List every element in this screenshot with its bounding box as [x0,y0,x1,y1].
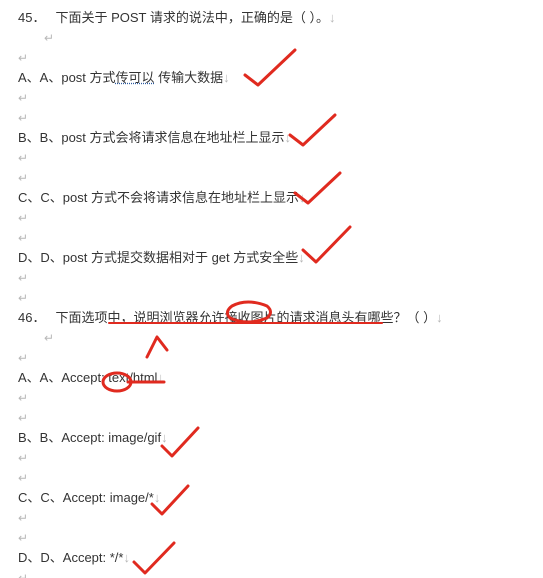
paragraph-mark: ↵ [18,388,525,408]
q45-option-c: C、C、post 方式不会将请求信息在地址栏上显示↓ [18,188,525,208]
q45-number: 45． [18,10,45,25]
paragraph-mark: ↵ [18,108,525,128]
paragraph-mark: ↵ [18,508,525,528]
q46-option-d: D、D、Accept: */*↓ [18,548,525,568]
paragraph-mark: ↵ [18,168,525,188]
q46-c-text: C、C、Accept: image/* [18,490,154,505]
paragraph-mark: ↵ [18,408,525,428]
soft-return-icon: ↓ [299,190,306,205]
paragraph-mark: ↵ [18,208,525,228]
q46-option-b: B、B、Accept: image/gif↓ [18,428,525,448]
soft-return-icon: ↓ [329,10,336,25]
paragraph-mark: ↵ [18,88,525,108]
paragraph-mark: ↵ [18,448,525,468]
paragraph-mark: ↵ [18,348,525,368]
soft-return-icon: ↓ [285,130,292,145]
paragraph-mark: ↵ [18,48,525,68]
paragraph-mark: ↵ [18,528,525,548]
q45-a-tail: 传输大数据 [155,70,224,85]
soft-return-icon: ↓ [161,430,168,445]
q45-stem-line: 45． 下面关于 POST 请求的说法中，正确的是（ ）。↓ [18,8,525,28]
q46-stem-line: 46． 下面选项中，说明浏览器允许接收图片的请求消息头有哪些？（ ）↓ [18,308,525,328]
soft-return-icon: ↓ [154,490,161,505]
paragraph-mark: ↵ [18,268,525,288]
soft-return-icon: ↓ [436,310,443,325]
paragraph-mark: ↵ [18,148,525,168]
paragraph-mark: ↵ [18,228,525,248]
soft-return-icon: ↓ [123,550,130,565]
paragraph-mark: ↵ [18,568,525,578]
q45-option-b: B、B、post 方式会将请求信息在地址栏上显示↓ [18,128,525,148]
paragraph-mark: ↵ [18,468,525,488]
paragraph-mark: ↵ [18,288,525,308]
document-page: 45．下面关于 POST 请求的说法中，正确的是（ ）。↓ ↵ ↵ A、A、po… [0,0,543,578]
q45-d-text: D、D、post 方式提交数据相对于 get 方式安全些 [18,250,298,265]
q45-stem: 下面关于 POST 请求的说法中，正确的是（ ）。 [55,10,329,25]
soft-return-icon: ↓ [223,70,230,85]
q45-a-prefix: A、A、post 方式 [18,70,116,85]
q46-number: 46． [18,310,45,325]
paragraph-mark: ↵ [18,328,525,348]
q46-a-text: A、A、Accept: text/html [18,370,157,385]
q46-stem: 下面选项中，说明浏览器允许接收图片的请求消息头有哪些？（ ） [55,310,436,325]
soft-return-icon: ↓ [298,250,305,265]
q46-option-c: C、C、Accept: image/*↓ [18,488,525,508]
q45-option-a: A、A、post 方式传可以 传输大数据↓ [18,68,525,88]
q46-option-a: A、A、Accept: text/html↓ [18,368,525,388]
q45-a-underlined: 传可以 [116,70,155,85]
paragraph-mark: ↵ [18,28,525,48]
soft-return-icon: ↓ [157,370,164,385]
q46-b-text: B、B、Accept: image/gif [18,430,161,445]
q45-option-d: D、D、post 方式提交数据相对于 get 方式安全些↓ [18,248,525,268]
q45-b-text: B、B、post 方式会将请求信息在地址栏上显示 [18,130,285,145]
q46-d-text: D、D、Accept: */* [18,550,123,565]
q45-c-text: C、C、post 方式不会将请求信息在地址栏上显示 [18,190,299,205]
